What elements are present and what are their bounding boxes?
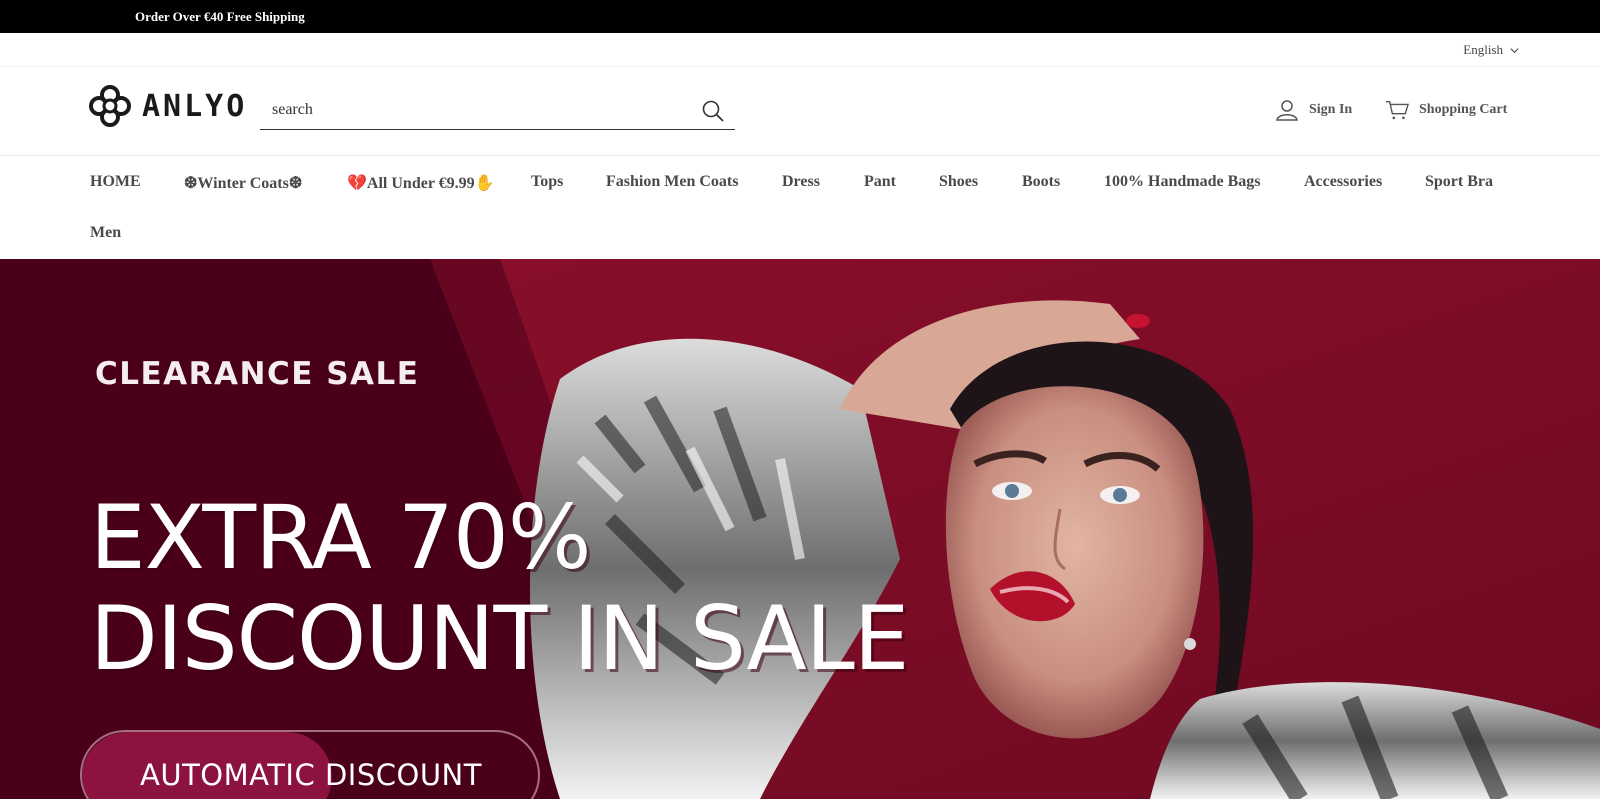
quatrefoil-logo-icon [89,85,131,127]
hero-headline-line-1: EXTRA 70% [90,486,591,589]
user-icon [1276,100,1298,121]
sign-in-link[interactable]: Sign In [1275,98,1352,122]
nav-item-boots[interactable]: Boots [1022,173,1060,191]
announcement-bar: Order Over €40 Free Shipping [0,0,1600,33]
hero-banner[interactable]: CLEARANCE SALE EXTRA 70% DISCOUNT IN SAL… [0,259,1600,799]
sign-in-label: Sign In [1309,102,1353,117]
automatic-discount-button[interactable]: AUTOMATIC DISCOUNT [80,730,540,799]
nav-item-men[interactable]: Men [90,224,121,242]
nav-item-pant[interactable]: Pant [864,173,896,191]
nav-item-sport-bra[interactable]: Sport Bra [1425,173,1493,191]
language-selector[interactable]: English [1463,42,1520,58]
hero-kicker: CLEARANCE SALE [95,356,420,392]
nav-item-tops[interactable]: Tops [531,173,563,191]
shopping-cart-link[interactable]: Shopping Cart [1385,98,1507,122]
hero-headline-line-2: DISCOUNT IN SALE [90,587,909,690]
language-label: English [1463,42,1503,57]
search-bar [260,92,735,130]
cart-icon [1385,101,1409,120]
nav-item-shoes[interactable]: Shoes [939,173,978,191]
nav-item-home[interactable]: HOME [90,173,141,191]
nav-item-handmade-bags[interactable]: 100% Handmade Bags [1104,173,1260,191]
shopping-cart-label: Shopping Cart [1419,102,1508,117]
search-input[interactable] [260,92,680,128]
header-divider [0,66,1600,67]
chevron-down-icon [1510,47,1519,53]
site-logo[interactable]: ANLYO [88,84,247,128]
nav-item-fashion-men-coats[interactable]: Fashion Men Coats [606,173,738,191]
nav-item-accessories[interactable]: Accessories [1304,173,1382,191]
search-icon[interactable] [701,99,725,123]
nav-item-all-under[interactable]: 💔All Under €9.99✋ [347,173,495,193]
nav-divider [0,155,1600,156]
announcement-text: Order Over €40 Free Shipping [135,9,305,24]
cta-label: AUTOMATIC DISCOUNT [140,758,482,792]
hero-headline: EXTRA 70% DISCOUNT IN SALE [90,486,909,690]
logo-wordmark: ANLYO [142,88,248,124]
nav-item-dress[interactable]: Dress [782,173,820,191]
nav-item-winter-coats[interactable]: ❆Winter Coats❆ [184,173,302,193]
